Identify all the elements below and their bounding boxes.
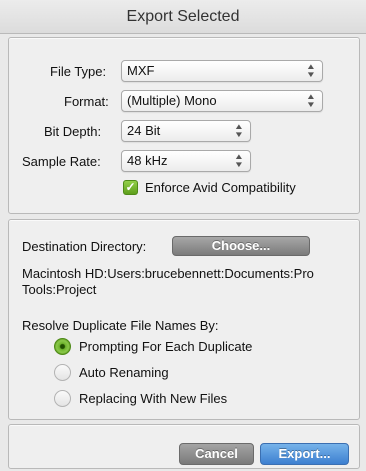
bit-depth-value: 24 Bit — [127, 123, 161, 138]
radio-prompting-label[interactable]: Prompting For Each Duplicate — [79, 339, 252, 354]
sample-rate-value: 48 kHz — [127, 153, 168, 168]
radio-replacing[interactable] — [54, 390, 71, 407]
file-type-value: MXF — [127, 63, 155, 78]
enforce-avid-checkbox[interactable]: ✓ — [123, 180, 138, 195]
format-label: Format: — [64, 94, 109, 109]
popup-arrows-icon: ▲ ▼ — [305, 92, 317, 109]
checkmark-icon: ✓ — [125, 180, 136, 194]
dialog-title: Export Selected — [0, 0, 366, 34]
popup-arrows-icon: ▲ ▼ — [305, 62, 317, 79]
sample-rate-popup[interactable]: 48 kHz ▲ ▼ — [121, 150, 251, 172]
resolve-duplicates-label: Resolve Duplicate File Names By: — [22, 318, 219, 333]
bit-depth-label: Bit Depth: — [44, 124, 102, 139]
bit-depth-popup[interactable]: 24 Bit ▲ ▼ — [121, 120, 251, 142]
file-type-label: File Type: — [50, 64, 107, 79]
format-popup[interactable]: (Multiple) Mono ▲ ▼ — [121, 90, 323, 112]
radio-prompting[interactable] — [54, 338, 71, 355]
popup-arrows-icon: ▲ ▼ — [233, 122, 245, 139]
choose-button[interactable]: Choose... — [172, 236, 310, 256]
destination-directory-label: Destination Directory: — [22, 239, 147, 254]
radio-replacing-label[interactable]: Replacing With New Files — [79, 391, 227, 406]
file-type-popup[interactable]: MXF ▲ ▼ — [121, 60, 323, 82]
format-value: (Multiple) Mono — [127, 93, 217, 108]
sample-rate-label: Sample Rate: — [22, 154, 101, 169]
radio-auto-renaming[interactable] — [54, 364, 71, 381]
destination-path: Macintosh HD:Users:brucebennett:Document… — [22, 266, 314, 297]
enforce-avid-label[interactable]: Enforce Avid Compatibility — [145, 180, 296, 195]
radio-auto-renaming-label[interactable]: Auto Renaming — [79, 365, 169, 380]
cancel-button[interactable]: Cancel — [179, 443, 254, 465]
export-button[interactable]: Export... — [260, 443, 349, 465]
popup-arrows-icon: ▲ ▼ — [233, 152, 245, 169]
